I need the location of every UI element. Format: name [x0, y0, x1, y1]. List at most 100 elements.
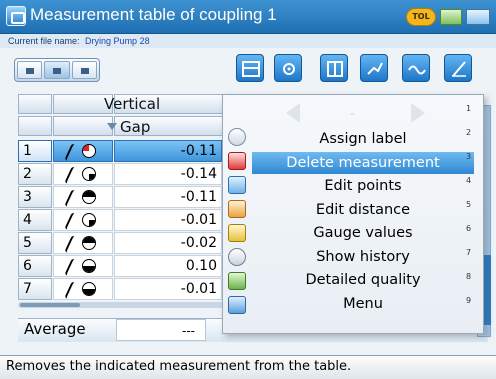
measure-icon[interactable]	[360, 54, 388, 82]
row-number[interactable]: 4	[18, 209, 52, 231]
status-text: Removes the indicated measurement from t…	[6, 359, 352, 374]
row-number[interactable]: 6	[18, 255, 52, 277]
view-down-button[interactable]	[71, 61, 97, 79]
app-icon	[6, 6, 26, 26]
row-value[interactable]: -0.11	[114, 140, 222, 162]
status-icons: TOL	[406, 7, 490, 27]
menu-item[interactable]: Menu	[252, 293, 474, 315]
menu-item[interactable]: Delete measurement	[252, 151, 474, 174]
menu-item[interactable]: Show history	[252, 246, 474, 268]
header-corner	[18, 94, 52, 114]
menu-item[interactable]: Edit points	[252, 175, 474, 197]
header-corner-2	[18, 116, 52, 136]
row-value[interactable]: -0.02	[114, 232, 222, 254]
edit-distance-icon	[228, 200, 246, 218]
header-blank-2	[53, 116, 113, 136]
row-number[interactable]: 2	[18, 163, 52, 185]
menu-side-number: 4	[466, 176, 472, 185]
row-value[interactable]: -0.01	[114, 278, 222, 300]
header-gap-label: Gap	[120, 118, 151, 136]
history-icon	[228, 248, 246, 266]
stylus-icon	[64, 281, 75, 299]
menu-side-number: 1	[466, 104, 472, 113]
title-bar: Measurement table of coupling 1 TOL	[0, 0, 496, 34]
row-value[interactable]: -0.01	[114, 209, 222, 231]
menu-side-number: 5	[466, 200, 472, 209]
row-value[interactable]: 0.10	[114, 255, 222, 277]
row-gauge-cell[interactable]	[53, 232, 113, 254]
view-mid-button[interactable]	[44, 61, 70, 79]
menu-item[interactable]: Edit distance	[252, 199, 474, 221]
menu-icon-column	[228, 128, 250, 318]
table-row[interactable]: 7 -0.01	[18, 278, 233, 300]
table-row[interactable]: 6 0.10	[18, 255, 233, 277]
scrollbar-thumb[interactable]	[20, 303, 80, 307]
table-row[interactable]: 5 -0.02	[18, 232, 233, 254]
menu-side-number: 9	[466, 296, 472, 305]
toolbar	[0, 48, 496, 92]
stylus-icon	[64, 212, 75, 230]
gauge-values-icon	[228, 224, 246, 242]
signal-icon	[440, 9, 462, 25]
line-chart-icon[interactable]	[444, 54, 472, 82]
header-vertical-label: Vertical	[104, 95, 161, 113]
gauge-icon	[82, 282, 96, 296]
gauge-fill	[83, 266, 95, 272]
menu-side-number: 3	[466, 152, 472, 161]
table-row[interactable]: 2 -0.14	[18, 163, 233, 185]
table-row[interactable]: 1 -0.11	[18, 140, 233, 162]
file-bar: Current file name: Drying Pump 28	[0, 34, 496, 48]
wave-icon[interactable]	[402, 54, 430, 82]
row-number[interactable]: 3	[18, 186, 52, 208]
edit-points-icon	[228, 176, 246, 194]
label-icon	[228, 128, 246, 146]
gauge-fill	[89, 220, 95, 226]
menu-item[interactable]: Detailed quality	[252, 269, 474, 291]
gauge-icon	[82, 190, 96, 204]
horizontal-scrollbar[interactable]	[18, 302, 223, 308]
menu-prev-arrow-icon[interactable]	[286, 103, 300, 123]
menu-side-number: 6	[466, 224, 472, 233]
menu-side-number: 7	[466, 248, 472, 257]
average-value: ---	[182, 324, 195, 338]
row-value[interactable]: -0.11	[114, 186, 222, 208]
row-gauge-cell[interactable]	[53, 255, 113, 277]
tol-badge[interactable]: TOL	[406, 8, 436, 26]
battery-icon	[466, 9, 490, 25]
row-value[interactable]: -0.14	[114, 163, 222, 185]
settings-icon[interactable]	[274, 54, 302, 82]
gauge-fill	[83, 237, 95, 243]
delete-icon	[228, 152, 246, 170]
gauge-icon	[82, 259, 96, 273]
menu-side-number: 2	[466, 128, 472, 137]
gauge-fill	[83, 289, 95, 295]
table-icon[interactable]	[236, 54, 264, 82]
row-number[interactable]: 7	[18, 278, 52, 300]
menu-item[interactable]: Assign label	[252, 128, 474, 150]
gauge-fill	[83, 145, 89, 151]
row-number[interactable]: 1	[18, 140, 52, 162]
row-gauge-cell[interactable]	[53, 163, 113, 185]
stylus-icon	[64, 189, 75, 207]
view-toggle-group	[14, 58, 100, 82]
row-gauge-cell[interactable]	[53, 186, 113, 208]
row-number[interactable]: 5	[18, 232, 52, 254]
table-row[interactable]: 4 -0.01	[18, 209, 233, 231]
screen: Measurement table of coupling 1 TOL Curr…	[0, 0, 496, 379]
average-label: Average	[24, 320, 86, 338]
gauge-icon	[82, 144, 96, 158]
tolerance-icon[interactable]	[320, 54, 348, 82]
menu-nav-indicator: -	[350, 106, 356, 122]
window-title: Measurement table of coupling 1	[30, 5, 277, 24]
gauge-icon	[82, 236, 96, 250]
gauge-fill	[89, 174, 95, 180]
row-gauge-cell[interactable]	[53, 140, 113, 162]
table-row[interactable]: 3 -0.11	[18, 186, 233, 208]
view-up-button[interactable]	[17, 61, 43, 79]
row-gauge-cell[interactable]	[53, 278, 113, 300]
row-gauge-cell[interactable]	[53, 209, 113, 231]
menu-next-arrow-icon[interactable]	[411, 103, 425, 123]
sort-arrow-icon	[107, 123, 117, 130]
menu-item[interactable]: Gauge values	[252, 222, 474, 244]
stylus-icon	[64, 166, 75, 184]
